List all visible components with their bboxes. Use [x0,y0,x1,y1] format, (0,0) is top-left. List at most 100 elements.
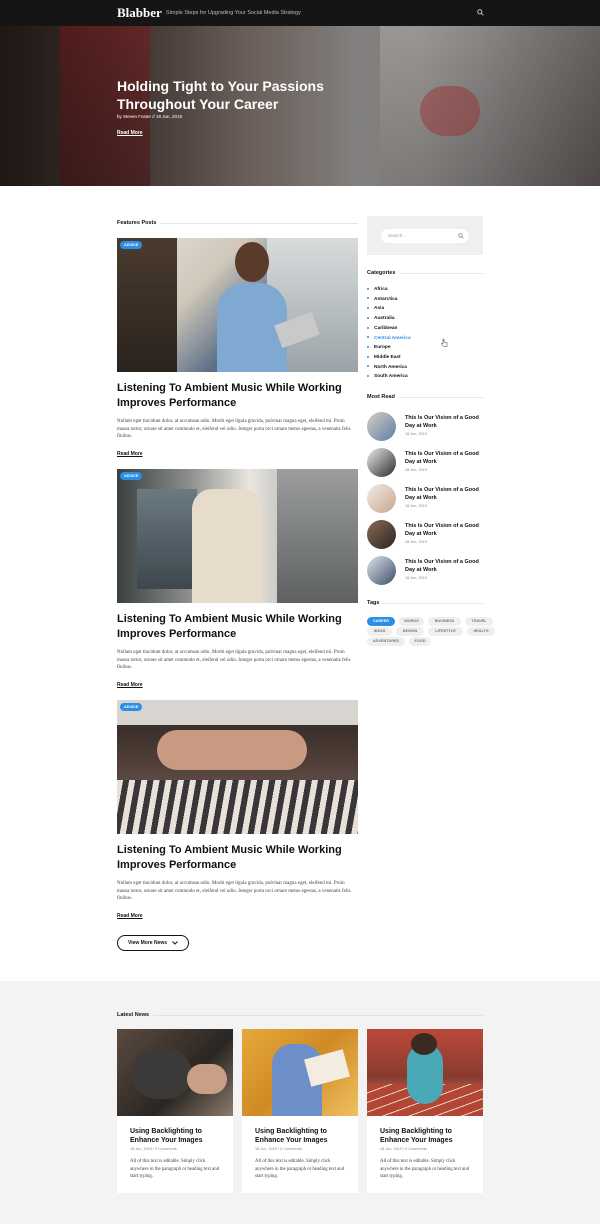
search-icon[interactable] [477,9,484,16]
view-more-label: View More News [127,940,168,946]
most-read-title[interactable]: This Is Our Vision of a Good Day at Work [405,522,483,538]
news-card-image[interactable] [242,1029,358,1116]
category-label: Antarctica [374,296,398,302]
news-card[interactable]: Using Backlighting to Enhance Your Image… [242,1029,358,1193]
most-read-date: 18 Jun, 2019 [405,468,427,472]
news-card-image[interactable] [117,1029,233,1116]
most-read-title[interactable]: This Is Our Vision of a Good Day at Work [405,414,483,430]
hero-title[interactable]: Holding Tight to Your Passions Throughou… [117,77,357,113]
bullet-icon [367,326,369,329]
category-link[interactable]: Australia [367,316,395,321]
bullet-icon [367,307,369,310]
news-card-title[interactable]: Using Backlighting to Enhance Your Image… [255,1127,347,1145]
hero-read-more-link[interactable]: Read More [117,130,143,136]
post-excerpt: Nullam eget tincidunt dolor, at accumsan… [117,419,351,439]
category-label: Australia [374,316,395,322]
tags-heading: Tags [367,600,380,606]
most-read-thumbnail[interactable] [367,448,396,477]
category-label: Asia [374,306,385,312]
bullet-icon [367,345,369,348]
most-read-thumbnail[interactable] [367,484,396,513]
most-read-date: 18 Jun, 2019 [405,504,427,508]
hero-meta: by Steven Foster // 18 Jun, 2019 [117,114,183,119]
category-link[interactable]: North America [367,365,407,370]
most-read-heading: Most Read [367,394,395,400]
hand-cursor-icon [441,338,448,347]
top-bar: Blabber Simple Steps for Upgrading Your … [0,0,600,26]
most-read-title[interactable]: This Is Our Vision of a Good Day at Work [405,486,483,502]
post-image[interactable]: ADVICE [117,238,358,372]
tag-chip[interactable]: HEALTH [467,627,495,636]
news-card-image[interactable] [367,1029,483,1116]
post-excerpt: Nullam eget tincidunt dolor, at accumsan… [117,881,351,901]
category-label: North America [374,364,407,370]
category-badge[interactable]: ADVICE [120,703,143,711]
tag-chip[interactable]: ADVENTURES [367,637,405,646]
post-title[interactable]: Listening To Ambient Music While Working… [117,843,358,873]
news-card[interactable]: Using Backlighting to Enhance Your Image… [367,1029,483,1193]
tag-chip[interactable]: LIFESTYLE [428,627,463,636]
category-link[interactable]: South America [367,374,408,379]
post-title[interactable]: Listening To Ambient Music While Working… [117,381,358,411]
category-link[interactable]: Asia [367,306,384,311]
tag-chip[interactable]: WORKS [399,617,424,626]
category-link[interactable]: Caribbean [367,326,397,331]
post-excerpt: Nullam eget tincidunt dolor, at accumsan… [117,650,351,670]
most-read-thumbnail[interactable] [367,556,396,585]
category-label: South America [374,374,408,380]
category-link[interactable]: Antarctica [367,297,397,302]
category-link[interactable]: Europe [367,345,391,350]
tag-chip[interactable]: IDEAS [367,627,392,636]
news-card-body: All of this text is editable. Simply cli… [380,1159,470,1179]
post-read-more-link[interactable]: Read More [117,913,143,919]
category-link[interactable]: Africa [367,287,388,292]
most-read-date: 18 Jun, 2019 [405,540,427,544]
category-link[interactable]: Middle East [367,355,401,360]
chevron-down-icon [172,941,178,945]
category-label: Africa [374,287,388,292]
category-label: Europe [374,345,391,351]
news-card-meta: 18 Jun, 2019 / 0 Comments [380,1147,427,1151]
bullet-icon [367,355,369,358]
news-card[interactable]: Using Backlighting to Enhance Your Image… [117,1029,233,1193]
news-card-title[interactable]: Using Backlighting to Enhance Your Image… [130,1127,222,1145]
category-badge[interactable]: ADVICE [120,241,143,249]
category-label: Caribbean [374,325,398,331]
search-input[interactable]: Search... [381,229,469,243]
tag-chip[interactable]: BUSINESS [428,617,461,626]
most-read-thumbnail[interactable] [367,412,396,441]
tag-chip[interactable]: FOOD [409,637,431,646]
most-read-title[interactable]: This Is Our Vision of a Good Day at Work [405,558,483,574]
most-read-title[interactable]: This Is Our Vision of a Good Day at Work [405,450,483,466]
post-title[interactable]: Listening To Ambient Music While Working… [117,612,358,642]
category-badge[interactable]: ADVICE [120,472,143,480]
view-more-news-button[interactable]: View More News [117,935,189,951]
news-card-meta: 18 Jun, 2019 / 0 Comments [255,1147,302,1151]
latest-news-heading: Latest News [117,1012,150,1018]
tag-chip[interactable]: DESIGN [396,627,424,636]
post-image[interactable]: ADVICE [117,469,358,603]
divider [160,223,358,224]
tag-chip[interactable]: CAREER [367,617,395,626]
tag-chip[interactable]: TRAVEL [465,617,493,626]
bullet-icon [367,316,369,319]
bullet-icon [367,297,369,300]
category-link[interactable]: Central America [367,336,411,341]
most-read-date: 18 Jun, 2019 [405,576,427,580]
most-read-date: 18 Jun, 2019 [405,432,427,436]
most-read-thumbnail[interactable] [367,520,396,549]
post-read-more-link[interactable]: Read More [117,682,143,688]
category-label: Central America [374,335,411,341]
search-icon[interactable] [458,233,464,239]
bullet-icon [367,365,369,368]
post-read-more-link[interactable]: Read More [117,451,143,457]
bullet-icon [367,336,369,339]
news-card-title[interactable]: Using Backlighting to Enhance Your Image… [380,1127,472,1145]
divider [153,1015,483,1016]
sidebar-search-box: Search... [367,216,483,255]
site-tagline: Simple Steps for Upgrading Your Social M… [166,10,301,16]
bullet-icon [367,375,369,378]
categories-heading: Categories [367,270,396,276]
site-logo[interactable]: Blabber [117,5,162,21]
post-image[interactable]: ADVICE [117,700,358,834]
